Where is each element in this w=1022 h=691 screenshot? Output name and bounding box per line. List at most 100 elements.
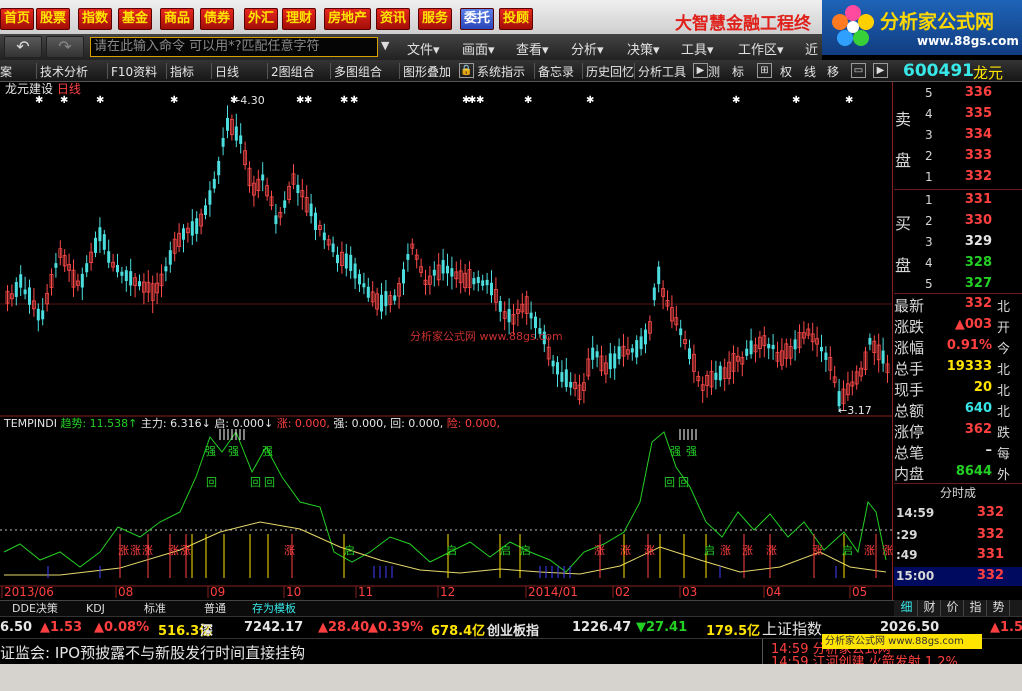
buy-price[interactable]: 327 bbox=[952, 276, 992, 291]
kline-chart[interactable]: 龙元建设 日线✱ ✱ ✱ ✱ ✱ ✱ ✱ ✱ ✱ ✱✱ ✱ ✱ ✱ ✱ ✱ ✱←4.30←3.17分析家公式网… bbox=[0, 82, 893, 600]
signal-zhang: 涨 bbox=[284, 544, 295, 557]
nav-button-6[interactable]: 外汇 bbox=[244, 8, 279, 30]
bottom-tab-4[interactable]: 存为模板 bbox=[252, 601, 296, 617]
grid-icon[interactable]: ⊞ bbox=[757, 63, 772, 78]
side-tab-1[interactable]: 财 bbox=[919, 600, 941, 616]
toolbar-item-13[interactable]: 标 bbox=[732, 63, 744, 80]
toolbar-item-9[interactable]: 备忘录 bbox=[538, 63, 574, 80]
marker-star: ✱ bbox=[340, 95, 348, 106]
menu-item-0[interactable]: 文件▾ bbox=[407, 39, 440, 58]
stat-label: 现手 bbox=[894, 381, 925, 399]
signal-zhang: 涨 bbox=[742, 544, 753, 557]
nav-button-7[interactable]: 理财 bbox=[282, 8, 317, 30]
toolbar-item-16[interactable]: 移 bbox=[827, 63, 839, 80]
ticker-item-9[interactable]: 创业板指 bbox=[487, 620, 539, 639]
toolbar-item-3[interactable]: 指标 bbox=[170, 63, 194, 80]
nav-button-11[interactable]: 委托 bbox=[460, 8, 495, 30]
nav-button-1[interactable]: 股票 bbox=[36, 8, 71, 30]
nav-button-2[interactable]: 指数 bbox=[78, 8, 113, 30]
candle-body-down bbox=[498, 301, 502, 312]
menu-item-7[interactable]: 近 bbox=[805, 39, 818, 58]
nav-button-8[interactable]: 房地产 bbox=[324, 8, 372, 30]
buy-label-1: 买 bbox=[895, 214, 912, 233]
expand-icon[interactable]: ▶ bbox=[873, 63, 888, 78]
bottom-tab-2[interactable]: 标准 bbox=[144, 601, 166, 617]
toolbar-item-4[interactable]: 日线 bbox=[215, 63, 239, 80]
brand-title: 大智慧金融工程终 bbox=[675, 14, 811, 34]
buy-price[interactable]: 329 bbox=[952, 234, 992, 249]
candle-body-down bbox=[107, 251, 111, 263]
side-tab-4[interactable]: 势 bbox=[988, 600, 1010, 616]
bottom-tab-1[interactable]: KDJ bbox=[86, 601, 105, 617]
period-label: 日线 bbox=[57, 82, 81, 96]
nav-button-9[interactable]: 资讯 bbox=[376, 8, 411, 30]
candle-body-down bbox=[98, 227, 102, 242]
news-headline[interactable]: 证监会: IPO预披露不与新股发行时间直接挂钩 bbox=[0, 642, 305, 663]
candle-body-down bbox=[208, 190, 212, 205]
toolbar-item-6[interactable]: 多图组合 bbox=[334, 63, 382, 80]
flower-logo-icon bbox=[832, 5, 874, 46]
nav-button-10[interactable]: 服务 bbox=[418, 8, 453, 30]
nav-button-0[interactable]: 首页 bbox=[0, 8, 35, 30]
back-button[interactable]: ↶ bbox=[4, 36, 42, 58]
sell-price[interactable]: 332 bbox=[952, 169, 992, 184]
toolbar-item-8[interactable]: 系统指示 bbox=[477, 63, 525, 80]
sell-price[interactable]: 335 bbox=[952, 106, 992, 121]
menu-item-2[interactable]: 查看▾ bbox=[516, 39, 549, 58]
menu-item-5[interactable]: 工具▾ bbox=[681, 39, 714, 58]
stat-label: 内盘 bbox=[894, 465, 925, 483]
bottom-tab-3[interactable]: 普通 bbox=[204, 601, 226, 617]
play-icon[interactable]: ▶ bbox=[693, 63, 708, 78]
nav-button-4[interactable]: 商品 bbox=[160, 8, 195, 30]
toolbar-item-5[interactable]: 2图组合 bbox=[271, 63, 315, 80]
forward-arrow-icon: ↷ bbox=[58, 37, 72, 56]
window-icon[interactable]: ▭ bbox=[851, 63, 866, 78]
toolbar-item-15[interactable]: 线 bbox=[804, 63, 816, 80]
toolbar-item-11[interactable]: 分析工具 bbox=[638, 63, 686, 80]
side-tab-2[interactable]: 价 bbox=[942, 600, 964, 616]
buy-price[interactable]: 330 bbox=[952, 213, 992, 228]
toolbar-item-10[interactable]: 历史回忆 bbox=[586, 63, 634, 80]
nav-button-12[interactable]: 投顾 bbox=[499, 8, 534, 30]
toolbar-item-1[interactable]: 技术分析 bbox=[40, 63, 88, 80]
forward-button[interactable]: ↷ bbox=[46, 36, 84, 58]
signal-zhang: 涨 bbox=[720, 544, 731, 557]
candle-body-down bbox=[881, 350, 885, 364]
nav-button-3[interactable]: 基金 bbox=[118, 8, 153, 30]
command-input[interactable]: 请在此输入命令 可以用*?匹配任意字符 bbox=[90, 37, 378, 57]
toolbar-item-0[interactable]: 案 bbox=[0, 63, 12, 80]
sell-price[interactable]: 336 bbox=[952, 85, 992, 100]
side-tab-3[interactable]: 指 bbox=[965, 600, 987, 616]
candle-body-down bbox=[868, 337, 872, 345]
buy-price[interactable]: 328 bbox=[952, 255, 992, 270]
menu-item-6[interactable]: 工作区▾ bbox=[738, 39, 784, 58]
candle-body-down bbox=[569, 381, 573, 388]
marker-star: ✱ bbox=[732, 95, 740, 106]
ticker-item-5[interactable]: 7242.17 bbox=[244, 620, 303, 635]
toolbar-item-2[interactable]: F10资料 bbox=[111, 63, 157, 80]
chart-area[interactable]: 龙元建设 日线 ✱ ✱ ✱ ✱ ✱ ✱ ✱ ✱ ✱ ✱ ✱ ✱ ✱ ✱ ✱ ✱ ✱ ←4.30 ←3.17 分析家公式网… bbox=[0, 82, 893, 600]
menu-item-1[interactable]: 画面▾ bbox=[462, 39, 495, 58]
back-arrow-icon: ↶ bbox=[16, 37, 30, 56]
signal-zhang: 涨 bbox=[644, 544, 655, 557]
toolbar-item-14[interactable]: 权 bbox=[780, 63, 792, 80]
menu-item-4[interactable]: 决策▾ bbox=[627, 39, 660, 58]
nav-button-5[interactable]: 债券 bbox=[200, 8, 235, 30]
candle-body-down bbox=[617, 346, 621, 360]
chevron-down-icon[interactable]: ▼ bbox=[381, 39, 389, 52]
sell-price[interactable]: 334 bbox=[952, 127, 992, 142]
candle-body-down bbox=[23, 289, 27, 295]
side-tab-0[interactable]: 细 bbox=[896, 600, 918, 616]
bottom-tab-0[interactable]: DDE决策 bbox=[12, 601, 58, 617]
buy-price[interactable]: 331 bbox=[952, 192, 992, 207]
toolbar-separator bbox=[107, 63, 108, 79]
lock-icon[interactable]: 🔒 bbox=[459, 63, 474, 78]
candle-body-down bbox=[432, 269, 436, 276]
candle-body-down bbox=[591, 347, 595, 360]
toolbar-item-7[interactable]: 图形叠加 bbox=[403, 63, 451, 80]
toolbar-item-12[interactable]: 测 bbox=[708, 63, 720, 80]
menu-item-3[interactable]: 分析▾ bbox=[571, 39, 604, 58]
sell-price[interactable]: 333 bbox=[952, 148, 992, 163]
ticker-item-13[interactable]: 上证指数 bbox=[762, 618, 822, 639]
signal-qiang: 强 bbox=[205, 445, 216, 458]
